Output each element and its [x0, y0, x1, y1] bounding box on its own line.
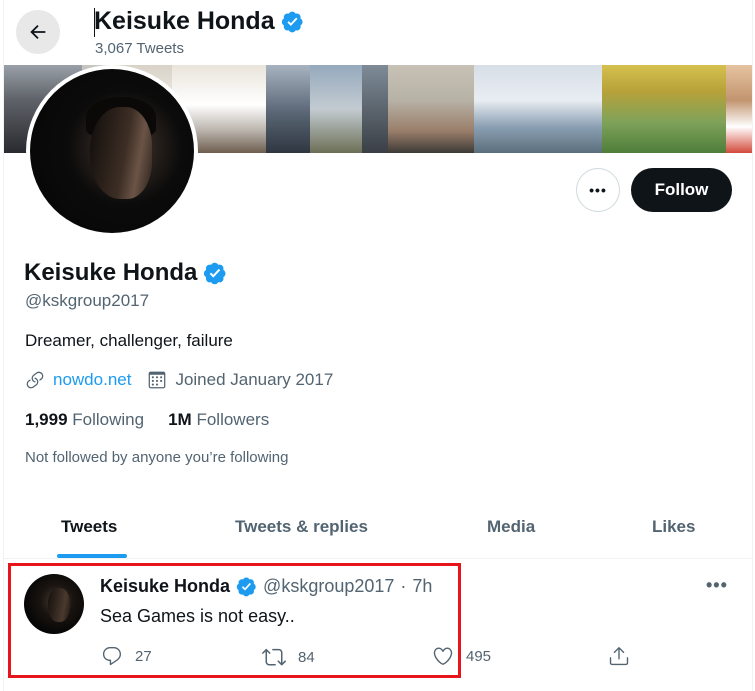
- share-icon: [609, 647, 629, 666]
- profile-name: Keisuke Honda: [24, 259, 227, 287]
- tweet[interactable]: Keisuke Honda @kskgroup2017 · 7h Sea Gam…: [4, 559, 752, 691]
- tab-tweets-and-replies[interactable]: Tweets & replies: [235, 496, 368, 558]
- profile-page: Keisuke Honda 3,067 Tweets ••• Follow Ke…: [3, 0, 753, 691]
- header-name: Keisuke Honda: [94, 7, 275, 35]
- back-button[interactable]: [16, 10, 60, 54]
- retweet-button[interactable]: 84: [262, 645, 315, 669]
- profile-name-text: Keisuke Honda: [24, 259, 198, 286]
- tweet-text: Sea Games is not easy..: [100, 606, 295, 626]
- following-link[interactable]: 1,999 Following: [25, 410, 144, 430]
- profile-bio: Dreamer, challenger, failure: [25, 331, 233, 350]
- profile-stats: 1,999 Following 1M Followers: [25, 410, 269, 430]
- verified-badge-icon: [236, 577, 256, 597]
- profile-header-bar: Keisuke Honda 3,067 Tweets: [4, 0, 752, 64]
- follow-button[interactable]: Follow: [631, 168, 732, 212]
- following-label: Following: [72, 410, 145, 429]
- profile-photo: [30, 69, 194, 233]
- reply-button[interactable]: 27: [101, 645, 152, 667]
- arrow-left-icon: [30, 24, 46, 40]
- not-followed-note: Not followed by anyone you’re following: [25, 449, 289, 466]
- reply-icon: [102, 647, 122, 666]
- header-title: Keisuke Honda: [94, 7, 304, 36]
- verified-badge-icon: [281, 11, 303, 33]
- like-count: 495: [466, 647, 492, 665]
- verified-badge-icon: [204, 262, 226, 285]
- tweet-header: Keisuke Honda @kskgroup2017 · 7h: [100, 576, 432, 597]
- tweet-author-name[interactable]: Keisuke Honda: [100, 576, 230, 597]
- profile-tabs: Tweets Tweets & replies Media Likes: [4, 496, 752, 559]
- tab-tweets[interactable]: Tweets: [61, 496, 117, 558]
- more-icon: •••: [589, 182, 607, 198]
- share-button[interactable]: [608, 645, 630, 667]
- tab-likes[interactable]: Likes: [652, 496, 695, 558]
- profile-meta: nowdo.net Joined January 2017: [25, 370, 333, 390]
- followers-count: 1M: [168, 410, 192, 429]
- link-icon: [26, 371, 44, 389]
- profile-handle: @kskgroup2017: [25, 291, 150, 310]
- tweet-more-icon[interactable]: •••: [706, 575, 728, 596]
- tweet-separator: ·: [400, 576, 407, 596]
- tweet-author-handle[interactable]: @kskgroup2017: [263, 576, 394, 597]
- tweet-time[interactable]: 7h: [412, 576, 432, 597]
- following-count: 1,999: [25, 410, 68, 429]
- active-tab-indicator: [57, 554, 127, 558]
- calendar-icon: [149, 371, 166, 389]
- website-link[interactable]: nowdo.net: [53, 370, 131, 390]
- followers-label: Followers: [196, 410, 270, 429]
- tweet-avatar[interactable]: [24, 574, 84, 634]
- like-button[interactable]: 495: [432, 645, 491, 667]
- retweet-icon: [262, 648, 286, 666]
- profile-avatar[interactable]: [26, 65, 198, 237]
- header-tweet-count: 3,067 Tweets: [95, 40, 184, 57]
- tab-media[interactable]: Media: [487, 496, 535, 558]
- reply-count: 27: [135, 647, 152, 665]
- retweet-count: 84: [298, 648, 315, 666]
- joined-date: Joined January 2017: [175, 370, 334, 389]
- more-options-button[interactable]: •••: [576, 168, 620, 212]
- heart-icon: [433, 647, 453, 665]
- followers-link[interactable]: 1M Followers: [168, 410, 269, 430]
